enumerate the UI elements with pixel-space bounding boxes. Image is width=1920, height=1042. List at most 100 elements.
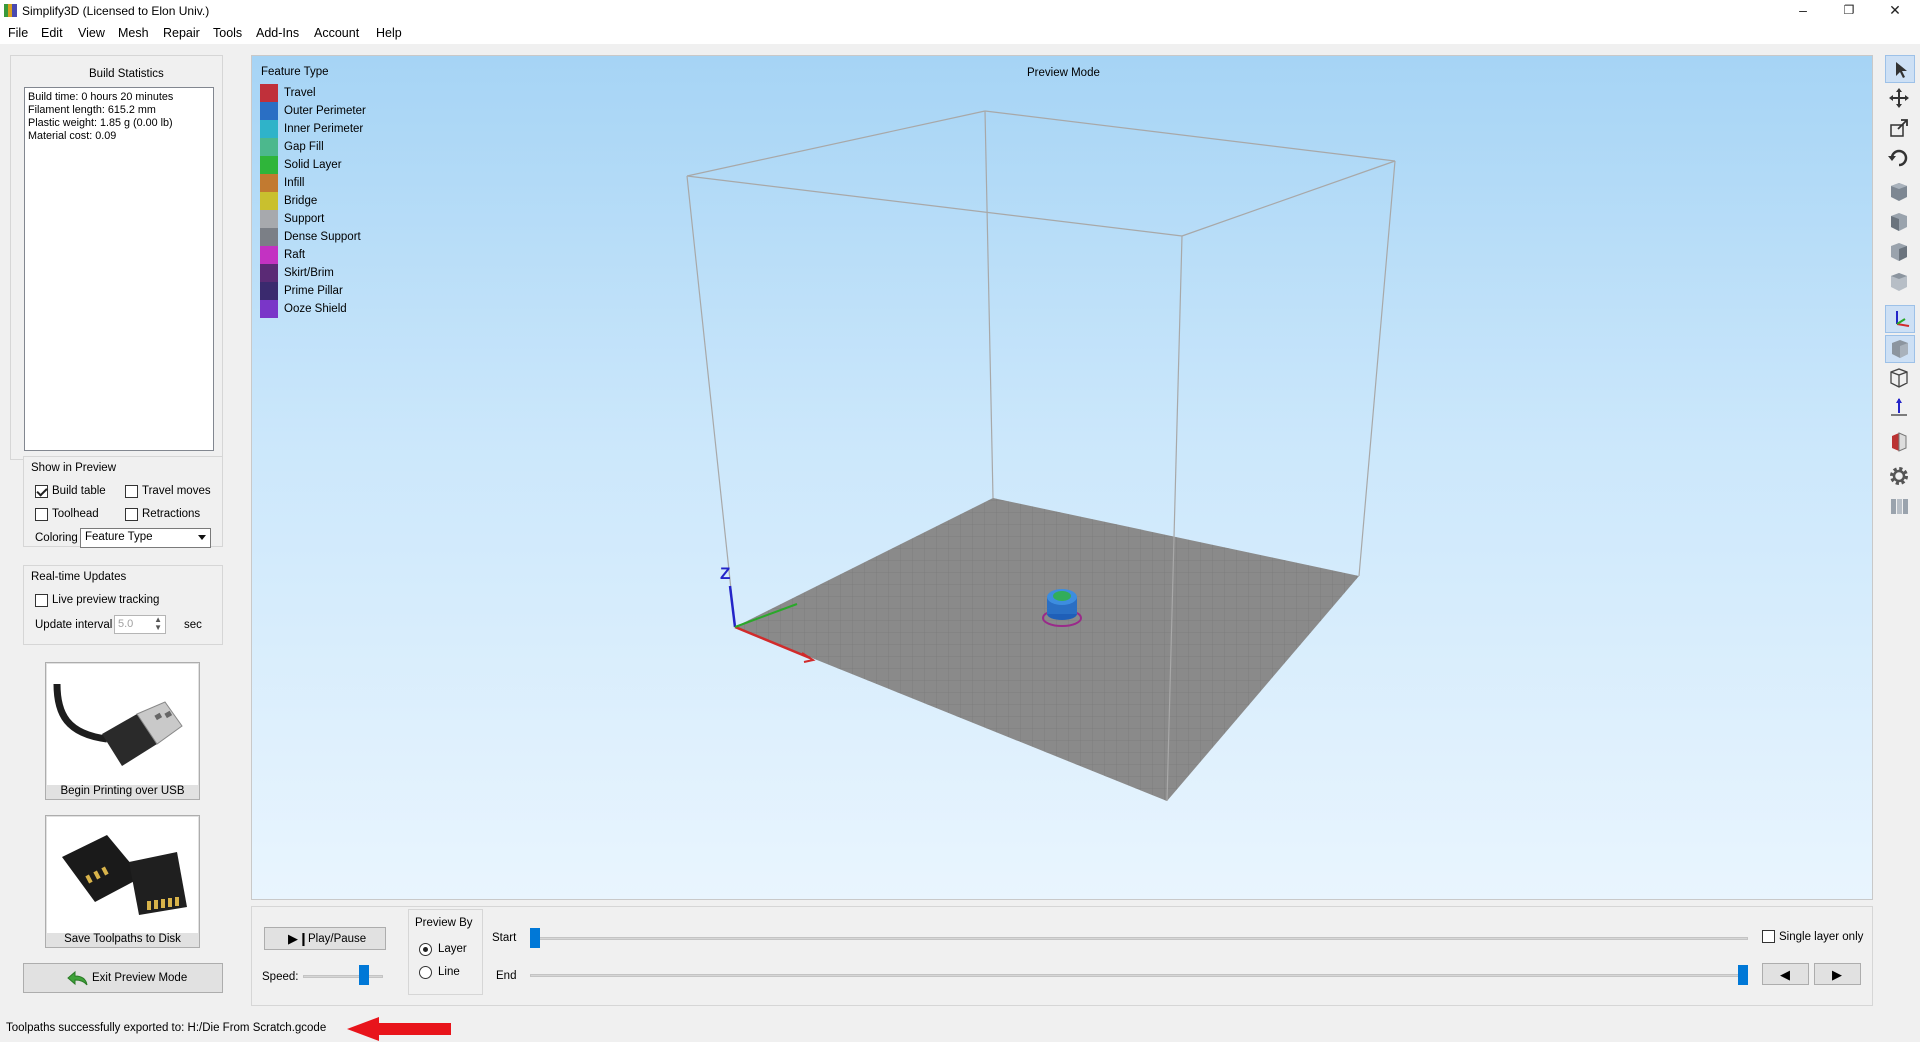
layer-toggle-icon (1891, 499, 1908, 514)
menu-mesh[interactable]: Mesh (118, 26, 149, 40)
single-layer-label: Single layer only (1779, 931, 1864, 943)
usb-cable-icon (47, 664, 198, 785)
view-side-button[interactable] (1885, 239, 1915, 267)
realtime-updates-group: Real-time Updates Live preview tracking … (23, 565, 223, 645)
red-arrow-annotation (347, 1017, 451, 1041)
move-icon (1889, 88, 1909, 108)
layer-toggle-button[interactable] (1885, 493, 1915, 521)
scale-tool-button[interactable] (1885, 115, 1915, 143)
view-front-icon (1891, 213, 1907, 231)
view-front-button[interactable] (1885, 209, 1915, 237)
single-layer-checkbox[interactable] (1762, 930, 1775, 943)
step-back-button[interactable]: ◀ (1762, 963, 1809, 985)
step-forward-button[interactable]: ▶ (1814, 963, 1861, 985)
view-back-icon (1891, 273, 1907, 291)
restore-button[interactable]: ❐ (1826, 0, 1872, 22)
playback-panel: ▶❙ Play/Pause Speed: Preview By Layer Li… (251, 906, 1873, 1006)
back-arrow-icon (67, 971, 88, 986)
menu-repair[interactable]: Repair (163, 26, 200, 40)
begin-printing-usb-button[interactable]: Begin Printing over USB (45, 662, 200, 800)
build-statistics-title: Build Statistics (89, 68, 164, 80)
exit-preview-label: Exit Preview Mode (92, 972, 188, 984)
speed-slider-thumb[interactable] (359, 965, 369, 985)
app-logo-icon (4, 4, 17, 17)
end-slider-track[interactable] (530, 974, 1748, 977)
end-slider-thumb[interactable] (1738, 965, 1748, 985)
build-table-checkbox[interactable] (35, 485, 48, 498)
preview-by-title: Preview By (415, 917, 473, 929)
show-in-preview-group: Show in Preview Build table Travel moves… (23, 456, 223, 548)
settings-gear-icon (1890, 467, 1908, 485)
build-axis-button[interactable] (1885, 395, 1915, 423)
menu-view[interactable]: View (78, 26, 105, 40)
preview-by-layer-radio[interactable] (419, 943, 432, 956)
start-label: Start (492, 932, 517, 944)
stat-material-cost: Material cost: 0.09 (28, 130, 117, 142)
coloring-label: Coloring (35, 532, 78, 544)
preview-viewport[interactable]: Feature Type Travel Outer Perimeter Inner … (251, 55, 1873, 900)
toolhead-label: Toolhead (52, 508, 99, 520)
triangle-left-icon: ◀ (1780, 967, 1790, 982)
triangle-right-icon: ▶ (1832, 967, 1842, 982)
close-button[interactable]: ✕ (1872, 0, 1918, 22)
update-interval-spinbox[interactable]: 5.0 ▲ ▼ (114, 615, 166, 634)
select-arrow-icon (1896, 62, 1907, 78)
cut-section-icon (1892, 432, 1907, 452)
speed-slider-track[interactable] (303, 975, 383, 978)
move-tool-button[interactable] (1885, 85, 1915, 113)
live-preview-checkbox[interactable] (35, 594, 48, 607)
minimize-button[interactable]: – (1780, 0, 1826, 22)
travel-moves-checkbox[interactable] (125, 485, 138, 498)
coloring-dropdown[interactable]: Feature Type (80, 528, 211, 548)
view-iso-button[interactable] (1885, 179, 1915, 207)
retractions-label: Retractions (142, 508, 201, 520)
build-plate-grid (735, 498, 1359, 801)
play-pause-icon: ▶❙ (288, 931, 309, 946)
wireframe-icon (1890, 368, 1908, 388)
show-in-preview-title: Show in Preview (31, 462, 117, 474)
realtime-updates-title: Real-time Updates (31, 571, 127, 583)
settings-button[interactable] (1885, 463, 1915, 491)
rotate-tool-button[interactable] (1885, 145, 1915, 173)
left-panel: Build Statistics Build time: 0 hours 20 … (10, 55, 223, 1027)
status-bar: Toolpaths successfully exported to: H:/D… (0, 1016, 1920, 1041)
menu-tools[interactable]: Tools (213, 26, 242, 40)
play-pause-label: Play/Pause (308, 933, 367, 945)
menu-edit[interactable]: Edit (41, 26, 63, 40)
play-pause-button[interactable]: ▶❙ Play/Pause (264, 927, 386, 950)
select-tool-button[interactable] (1885, 55, 1915, 83)
retractions-checkbox[interactable] (125, 508, 138, 521)
menu-help[interactable]: Help (376, 26, 402, 40)
scale-icon (1890, 119, 1908, 137)
speed-label: Speed: (262, 971, 299, 983)
exit-preview-mode-button[interactable]: Exit Preview Mode (23, 963, 223, 993)
start-slider-track[interactable] (530, 937, 1748, 940)
wireframe-view-button[interactable] (1885, 365, 1915, 393)
rotate-icon (1888, 149, 1908, 167)
start-slider-thumb[interactable] (530, 928, 540, 948)
menu-add-ins[interactable]: Add-Ins (256, 26, 299, 40)
spin-arrows-icon: ▲ ▼ (154, 615, 162, 632)
cross-section-button[interactable] (1885, 429, 1915, 457)
preview-by-line-radio[interactable] (419, 966, 432, 979)
solid-view-button[interactable] (1885, 335, 1915, 363)
show-axes-button[interactable] (1885, 305, 1915, 333)
solid-view-icon (1892, 340, 1908, 358)
live-preview-label: Live preview tracking (52, 594, 160, 606)
save-toolpaths-disk-button[interactable]: Save Toolpaths to Disk (45, 815, 200, 948)
travel-moves-label: Travel moves (142, 485, 211, 497)
menu-file[interactable]: File (8, 26, 28, 40)
build-statistics-group: Build Statistics Build time: 0 hours 20 … (10, 55, 223, 460)
menu-bar: File Edit View Mesh Repair Tools Add-Ins… (0, 22, 1920, 44)
stat-plastic-weight: Plastic weight: 1.85 g (0.00 lb) (28, 117, 173, 129)
build-statistics-box: Build time: 0 hours 20 minutes Filament … (24, 87, 214, 451)
view-toolbar (1883, 53, 1920, 533)
stat-filament-length: Filament length: 615.2 mm (28, 104, 156, 116)
stat-build-time: Build time: 0 hours 20 minutes (28, 91, 174, 103)
menu-account[interactable]: Account (314, 26, 359, 40)
toolhead-checkbox[interactable] (35, 508, 48, 521)
sd-card-icon (47, 817, 198, 933)
disk-button-label: Save Toolpaths to Disk (64, 933, 181, 945)
view-back-button[interactable] (1885, 269, 1915, 297)
chevron-down-icon (198, 535, 206, 540)
